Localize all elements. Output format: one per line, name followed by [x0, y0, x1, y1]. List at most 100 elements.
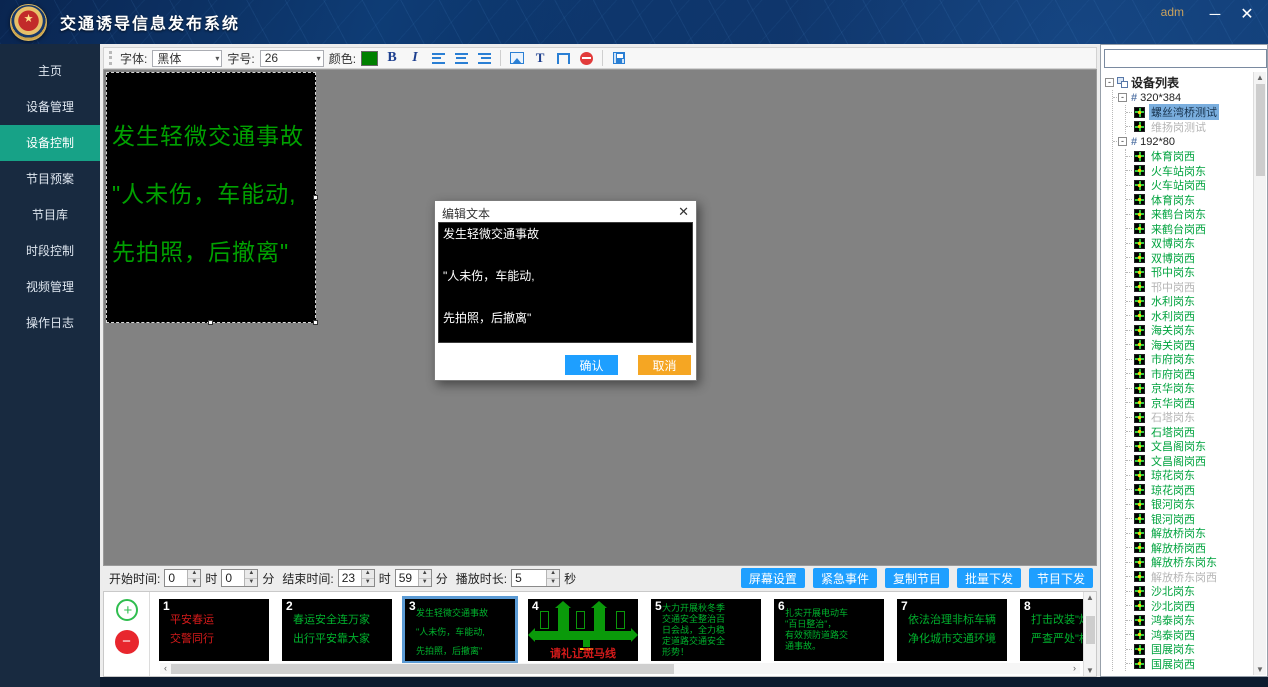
device-item[interactable]: 海关岗西	[1126, 338, 1253, 353]
device-item[interactable]: 解放桥东岗东	[1126, 555, 1253, 570]
device-item[interactable]: 沙北岗西	[1126, 599, 1253, 614]
add-program-button[interactable]: +	[116, 599, 138, 621]
collapse-icon[interactable]: -	[1105, 78, 1114, 87]
step-up-icon[interactable]: ▲	[362, 570, 374, 579]
collapse-icon[interactable]: -	[1118, 137, 1127, 146]
panel-vertical-scrollbar[interactable]: ▲ ▼	[1253, 72, 1266, 675]
start-hour-value[interactable]: 0	[165, 570, 187, 586]
device-item[interactable]: 螺丝湾桥测试	[1126, 105, 1253, 120]
program-thumbnail[interactable]: 6 扎实开展电动车"百日整治"，有效预防道路交通事故。	[774, 599, 884, 661]
device-item[interactable]: 体育岗东	[1126, 193, 1253, 208]
bold-button[interactable]: B	[383, 49, 401, 67]
step-up-icon[interactable]: ▲	[245, 570, 257, 579]
remove-program-button[interactable]: −	[115, 630, 139, 654]
resize-handle[interactable]	[313, 320, 318, 325]
device-item[interactable]: 琼花岗东	[1126, 468, 1253, 483]
font-select[interactable]: 黑体 ▾	[152, 50, 222, 67]
program-thumbnail[interactable]: 1 平安春运交警同行	[159, 599, 269, 661]
italic-button[interactable]: I	[406, 49, 424, 67]
device-item[interactable]: 火车站岗西	[1126, 178, 1253, 193]
program-thumbnail[interactable]: 7 依法治理非标车辆净化城市交通环境	[897, 599, 1007, 661]
led-preview-panel[interactable]: 发生轻微交通事故"人未伤，车能动,先拍照，后撤离"	[106, 72, 316, 323]
resize-handle[interactable]	[313, 195, 318, 200]
sidebar-item[interactable]: 时段控制	[0, 233, 100, 269]
step-up-icon[interactable]: ▲	[188, 570, 200, 579]
scroll-track[interactable]	[1085, 602, 1096, 666]
start-minute-value[interactable]: 0	[222, 570, 244, 586]
strip-horizontal-scrollbar[interactable]: ‹ ›	[160, 663, 1080, 674]
device-search-input[interactable]	[1104, 49, 1267, 68]
scroll-thumb[interactable]	[1086, 616, 1095, 644]
step-up-icon[interactable]: ▲	[419, 570, 431, 579]
minimize-button[interactable]: ─	[1204, 4, 1226, 26]
device-item[interactable]: 邗中岗西	[1126, 280, 1253, 295]
device-item[interactable]: 国展岗东	[1126, 642, 1253, 657]
program-thumbnail[interactable]: 8 打击改装"炸严查严处"机	[1020, 599, 1083, 661]
marquee-button[interactable]	[554, 49, 572, 67]
sidebar-item[interactable]: 主页	[0, 53, 100, 89]
device-item[interactable]: 鸿泰岗东	[1126, 613, 1253, 628]
scroll-left-icon[interactable]: ‹	[160, 663, 171, 674]
device-item[interactable]: 来鹤台岗东	[1126, 207, 1253, 222]
device-item[interactable]: 来鹤台岗西	[1126, 222, 1253, 237]
scroll-thumb[interactable]	[171, 664, 674, 674]
action-button[interactable]: 紧急事件	[813, 568, 877, 588]
device-item[interactable]: 鸿泰岗西	[1126, 628, 1253, 643]
insert-text-button[interactable]: T	[531, 49, 549, 67]
step-down-icon[interactable]: ▼	[245, 579, 257, 587]
delete-item-button[interactable]	[577, 49, 595, 67]
device-item[interactable]: 解放桥东岗西	[1126, 570, 1253, 585]
device-item[interactable]: 体育岗西	[1126, 149, 1253, 164]
confirm-button[interactable]: 确认	[565, 355, 618, 375]
edit-canvas[interactable]: 发生轻微交通事故"人未伤，车能动,先拍照，后撤离" 编辑文本 ✕ 确认 取消	[103, 69, 1097, 566]
sidebar-item[interactable]: 设备控制	[0, 125, 100, 161]
tree-root-row[interactable]: - 设备列表	[1105, 75, 1253, 90]
align-right-button[interactable]	[475, 49, 493, 67]
step-down-icon[interactable]: ▼	[547, 579, 559, 587]
device-item[interactable]: 邗中岗东	[1126, 265, 1253, 280]
insert-image-button[interactable]	[508, 49, 526, 67]
sidebar-item[interactable]: 设备管理	[0, 89, 100, 125]
device-item[interactable]: 解放桥岗西	[1126, 541, 1253, 556]
end-hour-value[interactable]: 23	[339, 570, 361, 586]
device-item[interactable]: 双博岗东	[1126, 236, 1253, 251]
action-button[interactable]: 屏幕设置	[741, 568, 805, 588]
color-swatch[interactable]	[361, 51, 378, 66]
duration-value[interactable]: 5	[512, 570, 546, 586]
dialog-close-icon[interactable]: ✕	[678, 204, 689, 220]
scroll-down-icon[interactable]: ▼	[1256, 665, 1264, 674]
device-item[interactable]: 京华岗东	[1126, 381, 1253, 396]
end-minute-value[interactable]: 59	[396, 570, 418, 586]
collapse-icon[interactable]: -	[1118, 93, 1127, 102]
device-item[interactable]: 石塔岗西	[1126, 425, 1253, 440]
sidebar-item[interactable]: 节目预案	[0, 161, 100, 197]
sidebar-item[interactable]: 操作日志	[0, 305, 100, 341]
device-item[interactable]: 琼花岗西	[1126, 483, 1253, 498]
device-item[interactable]: 石塔岗东	[1126, 410, 1253, 425]
device-item[interactable]: 国展岗西	[1126, 657, 1253, 672]
step-down-icon[interactable]: ▼	[188, 579, 200, 587]
scroll-up-icon[interactable]: ▲	[1256, 73, 1264, 82]
device-item[interactable]: 解放桥岗东	[1126, 526, 1253, 541]
device-item[interactable]: 市府岗东	[1126, 352, 1253, 367]
program-thumbnail[interactable]: 3 发生轻微交通事故"人未伤，车能动,先拍照，后撤离"	[405, 599, 515, 661]
step-down-icon[interactable]: ▼	[419, 579, 431, 587]
device-item[interactable]: 水利岗东	[1126, 294, 1253, 309]
device-item[interactable]: 火车站岗东	[1126, 164, 1253, 179]
program-thumbnail[interactable]: 5 大力开展秋冬季交通安全整治百日会战，全力稳定道路交通安全形势！	[651, 599, 761, 661]
logged-in-user[interactable]: adm	[1161, 5, 1184, 19]
device-item[interactable]: 银河岗东	[1126, 497, 1253, 512]
device-item[interactable]: 市府岗西	[1126, 367, 1253, 382]
program-thumbnail[interactable]: 4 请礼让斑马线	[528, 599, 638, 661]
scroll-right-icon[interactable]: ›	[1069, 663, 1080, 674]
save-button[interactable]	[610, 49, 628, 67]
resize-handle[interactable]	[208, 320, 213, 325]
action-button[interactable]: 批量下发	[957, 568, 1021, 588]
action-button[interactable]: 节目下发	[1029, 568, 1093, 588]
dialog-textarea[interactable]	[438, 222, 693, 343]
align-left-button[interactable]	[429, 49, 447, 67]
scroll-thumb[interactable]	[1256, 84, 1265, 176]
device-item[interactable]: 京华岗西	[1126, 396, 1253, 411]
device-group-row[interactable]: - # 192*80	[1113, 134, 1253, 149]
sidebar-item[interactable]: 视频管理	[0, 269, 100, 305]
